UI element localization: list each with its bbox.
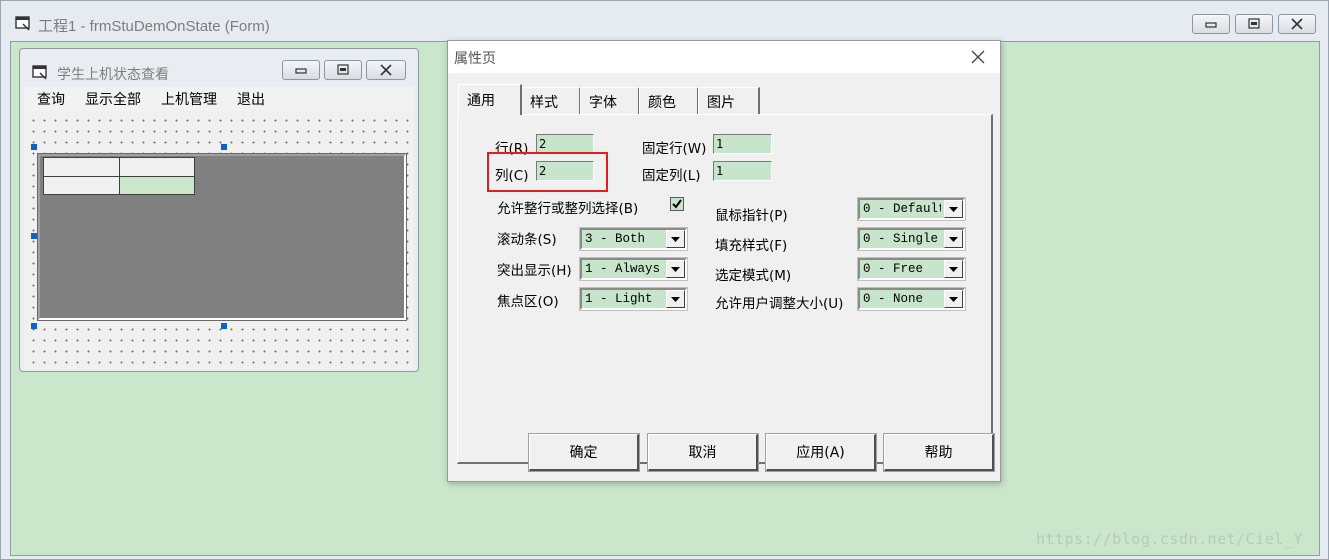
ide-minimize-button[interactable] [1192,14,1230,34]
resize-handle[interactable] [31,233,37,239]
focus-rect-label: 焦点区(O) [497,294,559,310]
tab-color[interactable]: 颜色 [639,87,699,114]
apply-button[interactable]: 应用(A) [765,433,877,472]
tab-label: 字体 [589,95,617,111]
annotation-highlight-box [487,152,608,192]
selection-mode-label: 选定模式(M) [715,268,792,284]
allow-user-resizing-label: 允许用户调整大小(U) [715,296,844,312]
fixed-cols-input[interactable]: 1 [713,161,772,181]
restore-icon [1248,18,1260,29]
scrollbars-label: 滚动条(S) [497,232,557,248]
menu-machine-manage[interactable]: 上机管理 [148,89,224,109]
selection-mode-select[interactable]: 0 - Free [857,257,966,281]
fixed-rows-label: 固定行(W) [642,141,707,157]
fill-style-select[interactable]: 0 - Single [857,227,966,251]
child-maximize-button[interactable] [324,60,362,80]
cancel-button[interactable]: 取消 [647,433,759,472]
checkmark-icon [672,199,682,209]
menu-exit[interactable]: 退出 [224,89,272,109]
child-form-title: 学生上机状态查看 [57,67,169,83]
resize-handle[interactable] [31,144,37,150]
close-icon[interactable] [968,47,988,67]
grid-fixed-cell [43,157,120,177]
dropdown-arrow-icon[interactable] [666,290,685,308]
highlight-value: 1 - Always [585,262,661,276]
selection-mode-value: 0 - Free [863,262,924,276]
mouse-pointer-select[interactable]: 0 - Default [857,197,966,221]
dropdown-arrow-icon[interactable] [666,230,685,248]
tab-label: 通用 [467,93,495,109]
dialog-title: 属性页 [454,51,496,67]
close-icon [1291,18,1303,30]
minimize-icon [295,68,307,74]
highlight-select[interactable]: 1 - Always [579,257,688,281]
ide-restore-button[interactable] [1235,14,1273,34]
dropdown-arrow-icon[interactable] [944,230,963,248]
tab-general[interactable]: 通用 [458,84,522,115]
menu-show-all[interactable]: 显示全部 [72,89,148,109]
child-form-titlebar: 学生上机状态查看 [20,49,418,87]
minimize-icon [1205,22,1217,28]
grid-fixed-cell [119,157,195,177]
allow-big-selection-label: 允许整行或整列选择(B) [497,201,639,217]
dropdown-arrow-icon[interactable] [944,260,963,278]
fill-style-label: 填充样式(F) [715,238,788,254]
ide-titlebar: 工程1 - frmStuDemOnState (Form) [1,1,1328,43]
focus-rect-value: 1 - Light [585,292,653,306]
watermark-text: https://blog.csdn.net/Ciel_Y [1036,530,1303,548]
resize-handle[interactable] [31,323,37,329]
mouse-pointer-label: 鼠标指针(P) [715,208,788,224]
help-button[interactable]: 帮助 [883,433,995,472]
child-close-button[interactable] [366,60,406,80]
scrollbars-select[interactable]: 3 - Both [579,227,688,251]
focus-rect-select[interactable]: 1 - Light [579,287,688,311]
fixed-rows-input[interactable]: 1 [713,134,772,154]
tab-label: 图片 [707,95,735,111]
mouse-pointer-value: 0 - Default [863,202,941,216]
tab-font[interactable]: 字体 [580,87,640,114]
close-icon [380,64,392,76]
ide-close-button[interactable] [1278,14,1316,34]
dialog-titlebar: 属性页 [448,41,1000,73]
grid-data-cell [119,176,195,195]
child-minimize-button[interactable] [282,60,320,80]
highlight-label: 突出显示(H) [497,263,572,279]
form-icon [32,65,47,80]
dropdown-arrow-icon[interactable] [666,260,685,278]
resize-handle[interactable] [221,144,227,150]
resize-handle[interactable] [221,323,227,329]
flexgrid-control[interactable] [37,153,407,321]
tab-label: 颜色 [648,95,676,111]
dropdown-arrow-icon[interactable] [944,200,963,218]
ide-title: 工程1 - frmStuDemOnState (Form) [38,18,270,35]
tab-style[interactable]: 样式 [521,87,581,114]
child-menubar: 查询 显示全部 上机管理 退出 [24,87,414,111]
dropdown-arrow-icon[interactable] [944,290,963,308]
menu-query[interactable]: 查询 [24,89,72,109]
grid-fixed-cell [43,176,120,195]
ok-button[interactable]: 确定 [528,433,640,472]
tab-picture[interactable]: 图片 [698,87,760,114]
allow-user-resizing-select[interactable]: 0 - None [857,287,966,311]
allow-big-selection-checkbox[interactable] [670,197,684,211]
allow-user-resizing-value: 0 - None [863,292,924,306]
tab-label: 样式 [530,95,558,111]
rows-input[interactable]: 2 [536,134,594,154]
maximize-icon [337,64,349,75]
scrollbars-value: 3 - Both [585,232,646,246]
form-icon [15,16,30,31]
fill-style-value: 0 - Single [863,232,939,246]
fixed-cols-label: 固定列(L) [642,168,701,184]
